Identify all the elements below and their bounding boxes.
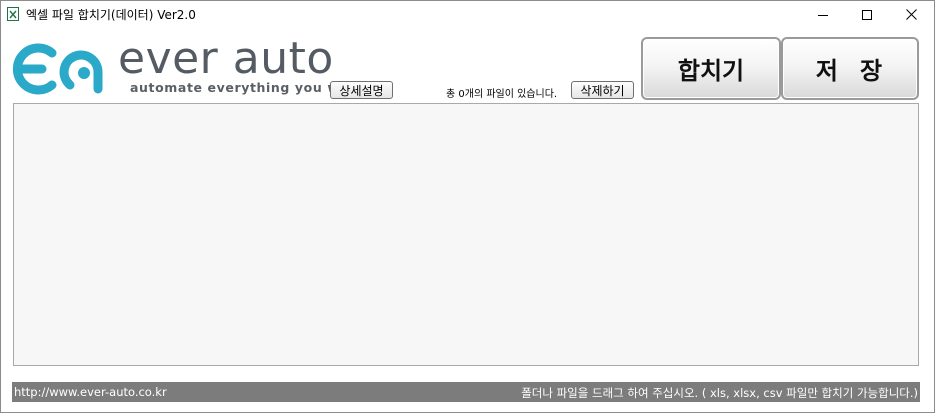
website-link[interactable]: http://www.ever-auto.co.kr [14,385,167,399]
status-bar: http://www.ever-auto.co.kr 폴더나 파일을 드래그 하… [12,382,920,402]
maximize-icon [862,9,872,20]
file-count-label: 총 0개의 파일이 있습니다. [446,89,558,100]
file-drop-area[interactable] [13,103,919,366]
excel-app-icon [7,7,19,21]
minimize-icon [818,14,828,16]
maximize-button[interactable] [844,1,890,28]
details-button[interactable]: 상세설명 [330,81,393,99]
brand-name: ever auto [118,33,334,84]
save-button[interactable]: 저장 [781,37,919,100]
app-window: 엑셀 파일 합치기(데이터) Ver2.0 ever auto automate… [0,0,935,413]
close-button[interactable] [888,1,934,28]
ever-auto-logo-icon [12,43,103,95]
minimize-button[interactable] [800,1,846,28]
title-bar[interactable]: 엑셀 파일 합치기(데이터) Ver2.0 [1,1,934,28]
merge-button[interactable]: 합치기 [641,37,781,100]
close-icon [905,9,917,20]
window-title: 엑셀 파일 합치기(데이터) Ver2.0 [26,8,196,22]
drag-hint-text: 폴더나 파일을 드래그 하여 주십시오. ( xls, xlsx, csv 파일… [521,386,918,400]
delete-button[interactable]: 삭제하기 [571,81,634,99]
